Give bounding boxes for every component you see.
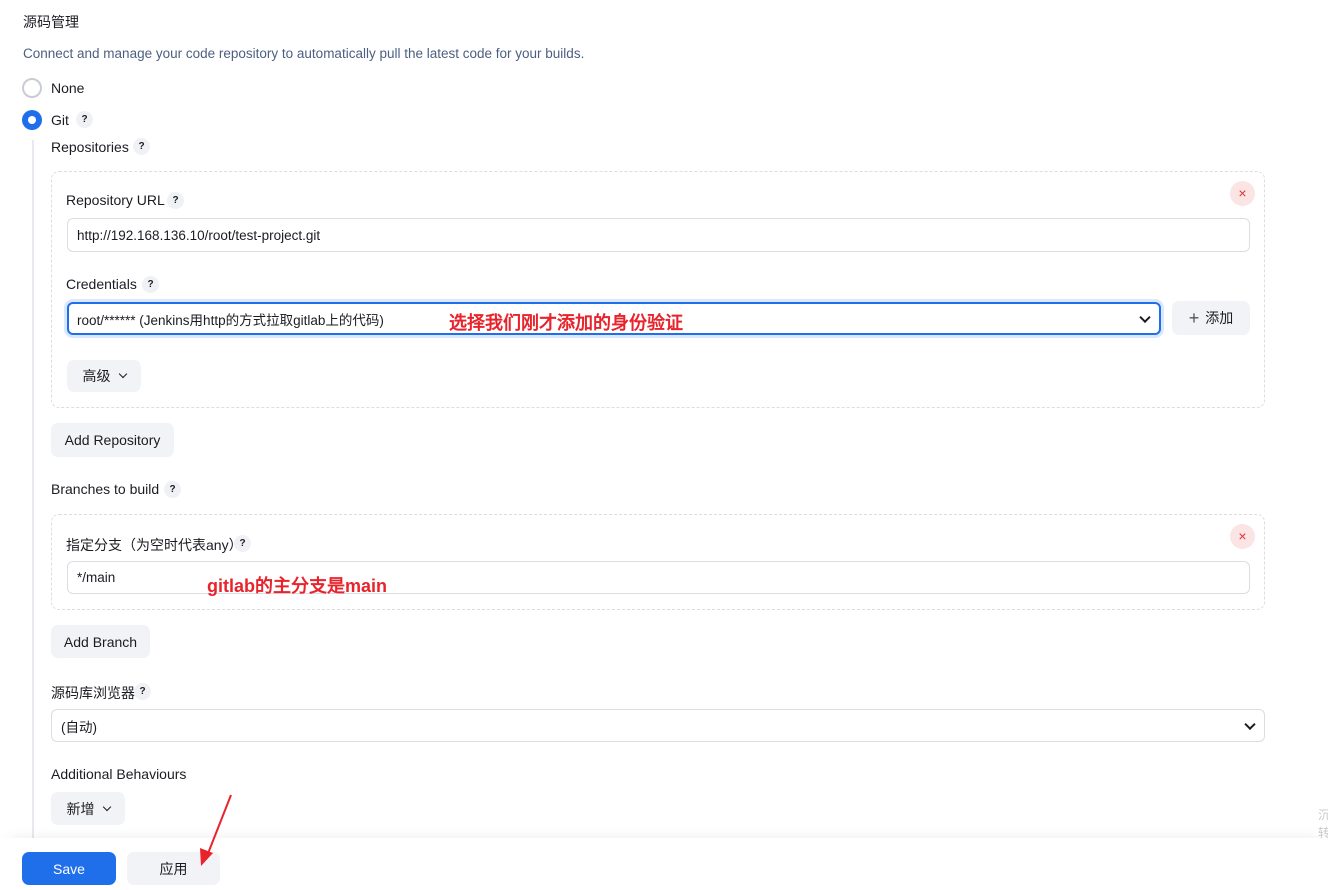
- git-help-icon[interactable]: ?: [76, 111, 93, 128]
- radio-git[interactable]: [22, 110, 42, 130]
- branches-help-icon[interactable]: ?: [164, 481, 181, 498]
- add-credentials-label: 添加: [1205, 310, 1234, 326]
- credentials-label: Credentials: [66, 276, 137, 292]
- radio-none-label[interactable]: None: [51, 80, 84, 96]
- repo-browser-help-icon[interactable]: ?: [134, 683, 151, 700]
- branch-annotation: gitlab的主分支是main: [207, 576, 388, 596]
- repository-close-icon[interactable]: ×: [1230, 181, 1255, 206]
- branch-specifier-value: */main: [77, 570, 116, 585]
- save-button[interactable]: Save: [22, 852, 116, 885]
- git-indent-line: [32, 140, 34, 840]
- advanced-button[interactable]: 高级: [67, 360, 141, 392]
- add-behaviour-button[interactable]: 新增: [51, 792, 125, 825]
- section-description: Connect and manage your code repository …: [23, 46, 585, 61]
- chevron-down-icon: [1139, 311, 1151, 323]
- add-behaviour-label: 新增: [66, 800, 95, 817]
- repository-url-value: http://192.168.136.10/root/test-project.…: [77, 227, 321, 243]
- branch-specifier-help-icon[interactable]: ?: [234, 535, 251, 552]
- chevron-down-icon: [118, 369, 127, 379]
- advanced-label: 高级: [82, 368, 111, 384]
- radio-git-label[interactable]: Git: [51, 112, 69, 128]
- branch-specifier-label: 指定分支（为空时代表any）: [66, 537, 243, 553]
- red-arrow-annotation: [200, 794, 232, 866]
- section-title: 源码管理: [23, 14, 79, 30]
- repo-browser-select[interactable]: (自动): [51, 709, 1265, 742]
- repository-url-help-icon[interactable]: ?: [167, 192, 184, 209]
- radio-none[interactable]: [22, 78, 42, 98]
- chevron-down-icon: [1244, 718, 1256, 730]
- branch-close-icon[interactable]: ×: [1230, 524, 1255, 549]
- repository-url-input[interactable]: http://192.168.136.10/root/test-project.…: [67, 218, 1250, 252]
- credentials-help-icon[interactable]: ?: [142, 276, 159, 293]
- branches-label: Branches to build: [51, 481, 160, 497]
- add-branch-button[interactable]: Add Branch: [51, 625, 150, 658]
- add-credentials-button[interactable]: + 添加: [1172, 301, 1250, 335]
- repositories-help-icon[interactable]: ?: [133, 138, 150, 155]
- repository-url-label: Repository URL: [66, 192, 165, 208]
- repo-browser-label: 源码库浏览器: [51, 685, 135, 701]
- repo-browser-value: (自动): [61, 719, 97, 735]
- credentials-annotation: 选择我们刚才添加的身份验证: [449, 313, 683, 333]
- credentials-value: root/****** (Jenkins用http的方式拉取gitlab上的代码…: [77, 312, 384, 328]
- chevron-down-icon: [102, 802, 111, 811]
- side-text: 沉 转: [1318, 808, 1328, 840]
- repositories-label: Repositories: [51, 139, 129, 155]
- add-repository-button[interactable]: Add Repository: [51, 423, 174, 457]
- additional-behaviours-label: Additional Behaviours: [51, 766, 187, 782]
- repository-card: [51, 171, 1265, 408]
- plus-icon: +: [1188, 308, 1200, 328]
